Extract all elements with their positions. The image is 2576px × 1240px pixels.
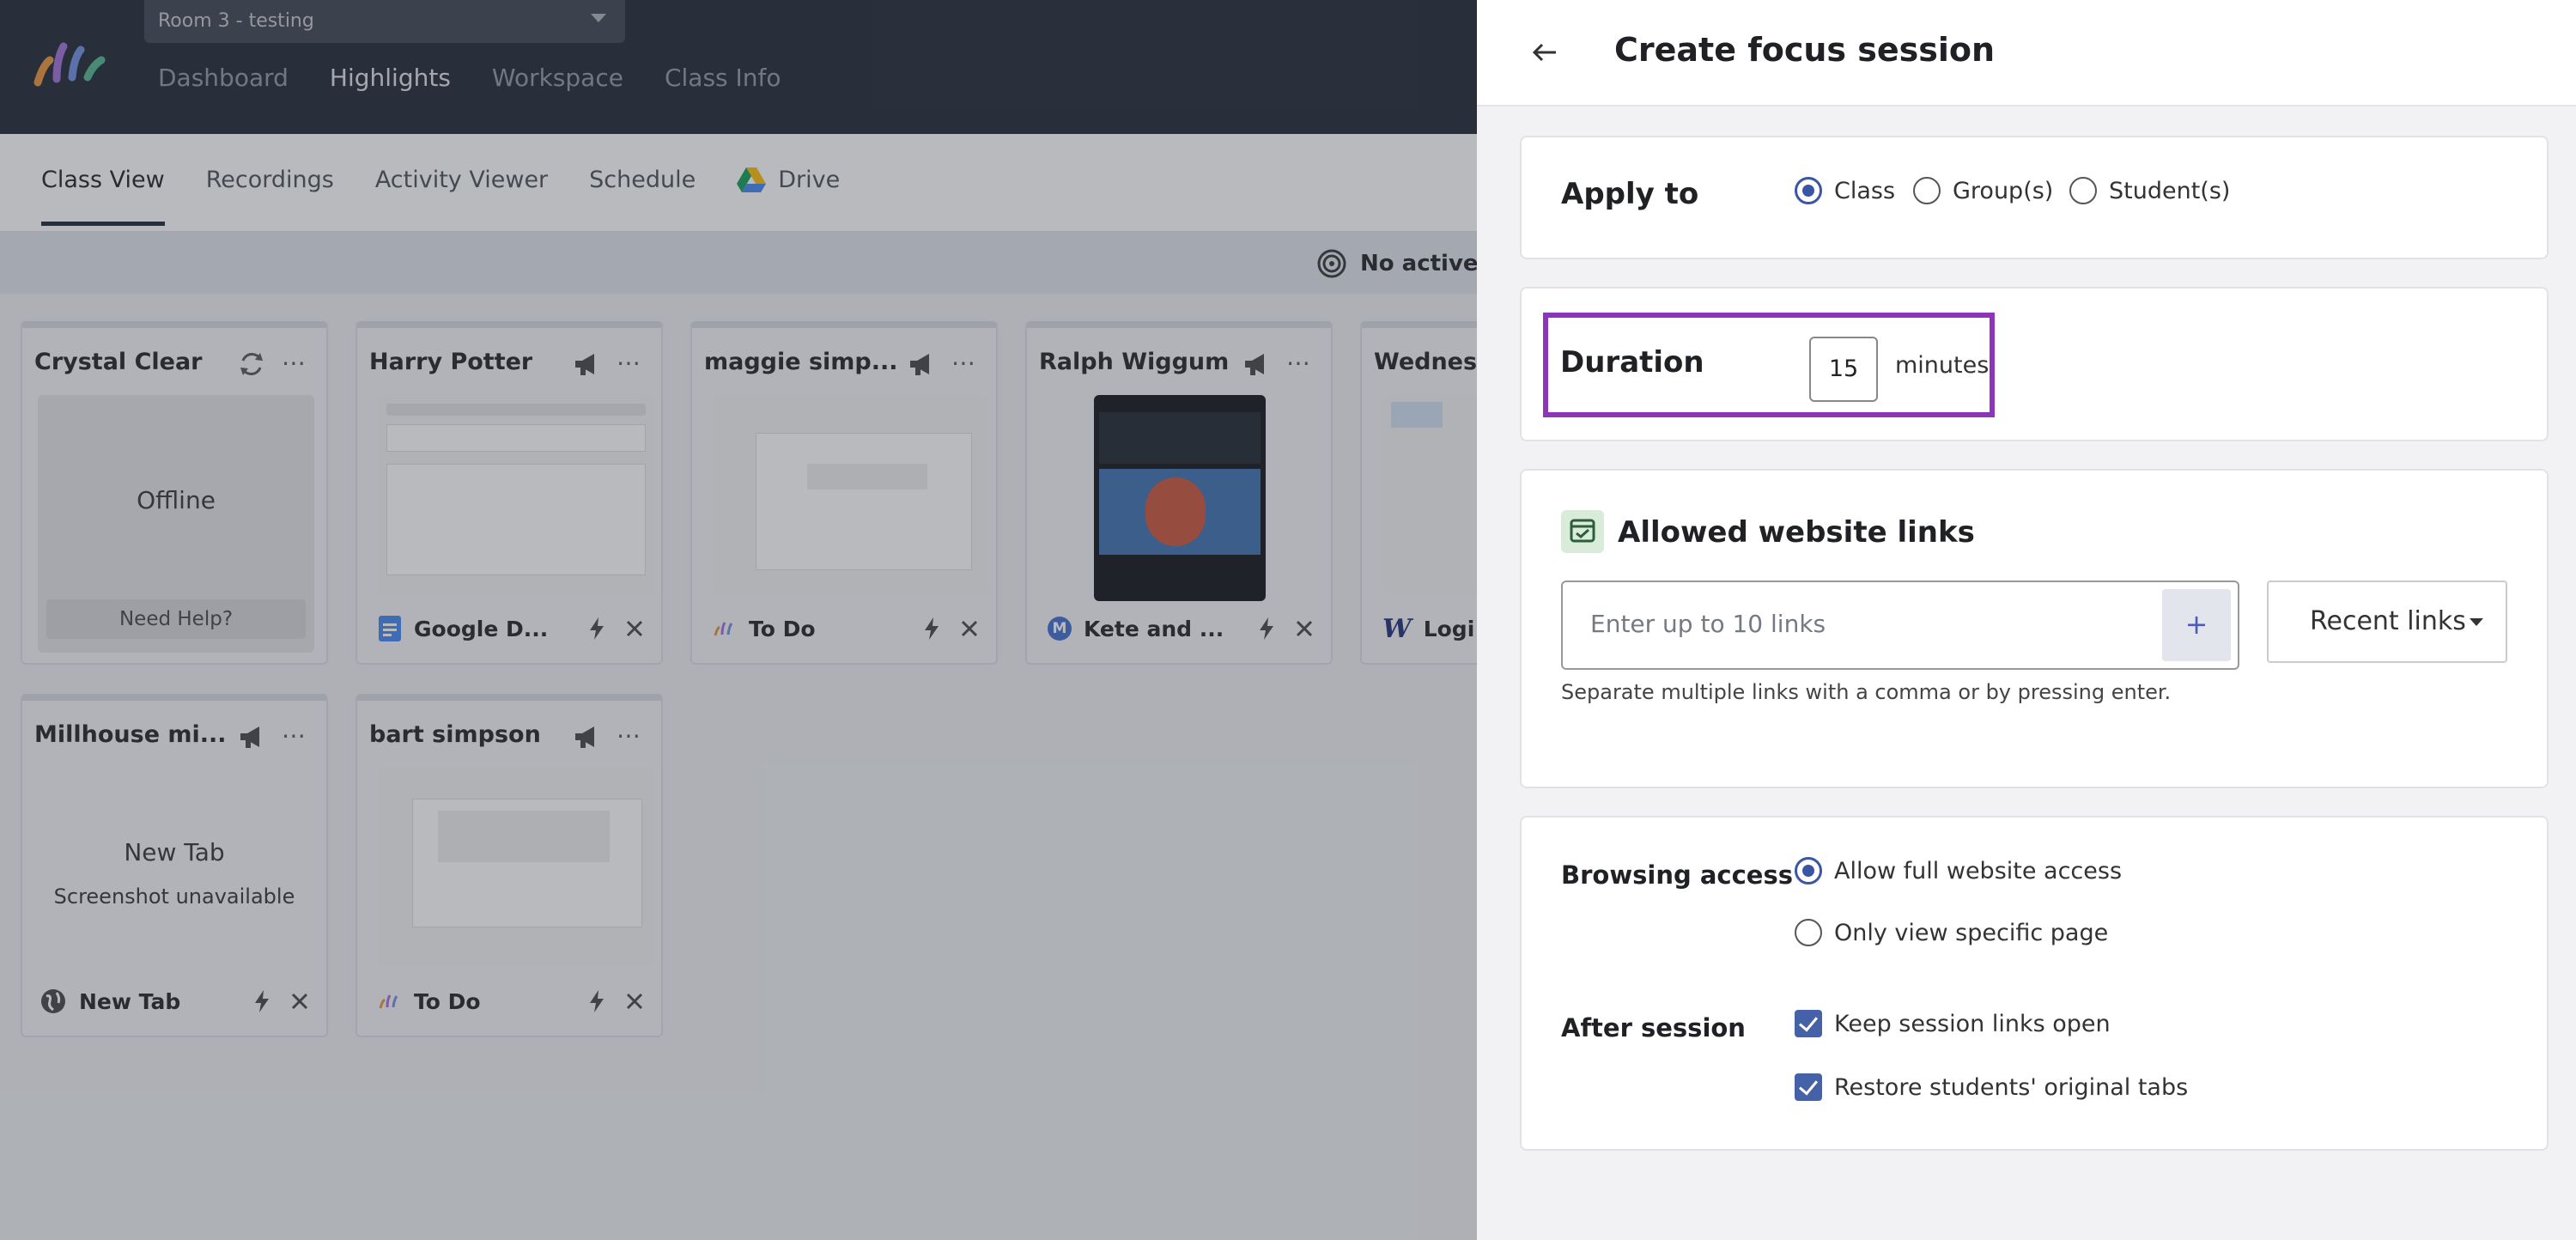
- allowed-links-label: Allowed website links: [1618, 515, 1975, 550]
- restore-tabs-label: Restore students' original tabs: [1834, 1073, 2189, 1101]
- links-helper-text: Separate multiple links with a comma or …: [1561, 680, 2172, 704]
- session-options-section: Browsing access Allow full website acces…: [1520, 816, 2549, 1151]
- app-root: Room 3 - testing Dashboard Highlights Wo…: [0, 0, 2576, 1240]
- keep-links-option[interactable]: Keep session links open: [1795, 1010, 2111, 1037]
- restore-tabs-checkbox[interactable]: [1795, 1073, 1822, 1101]
- radio-groups-label: Group(s): [1953, 177, 2054, 204]
- radio-full-access-label: Allow full website access: [1834, 857, 2123, 884]
- apply-to-label: Apply to: [1561, 177, 1699, 211]
- modal-overlay[interactable]: [0, 0, 1477, 1240]
- radio-class-label: Class: [1834, 177, 1896, 204]
- radio-groups[interactable]: [1913, 177, 1941, 204]
- duration-input[interactable]: 15: [1809, 337, 1878, 402]
- links-input[interactable]: Enter up to 10 links +: [1561, 580, 2239, 670]
- duration-highlight: Duration 15 minutes: [1543, 313, 1995, 417]
- duration-label: Duration: [1560, 345, 1704, 380]
- restore-tabs-option[interactable]: Restore students' original tabs: [1795, 1073, 2188, 1101]
- chevron-down-icon: [2470, 618, 2483, 626]
- apply-to-class-option[interactable]: Class: [1795, 177, 1895, 204]
- browsing-full-option[interactable]: Allow full website access: [1795, 857, 2122, 884]
- recent-links-dropdown[interactable]: Recent links: [2267, 580, 2507, 663]
- duration-unit: minutes: [1895, 352, 1990, 379]
- allowed-links-section: Allowed website links Enter up to 10 lin…: [1520, 469, 2549, 788]
- panel-title: Create focus session: [1614, 31, 1996, 69]
- recent-links-label: Recent links: [2310, 606, 2466, 636]
- radio-students[interactable]: [2069, 177, 2097, 204]
- add-link-button[interactable]: +: [2162, 589, 2231, 661]
- radio-full-access[interactable]: [1795, 857, 1822, 884]
- keep-links-label: Keep session links open: [1834, 1010, 2111, 1037]
- browsing-access-label: Browsing access: [1561, 860, 1793, 890]
- radio-specific-page[interactable]: [1795, 919, 1822, 946]
- radio-class[interactable]: [1795, 177, 1822, 204]
- calendar-check-icon: [1561, 510, 1604, 553]
- apply-to-groups-option[interactable]: Group(s): [1913, 177, 2053, 204]
- links-input-placeholder: Enter up to 10 links: [1590, 610, 1826, 638]
- radio-specific-page-label: Only view specific page: [1834, 919, 2109, 946]
- browsing-specific-option[interactable]: Only view specific page: [1795, 919, 2108, 946]
- apply-to-section: Apply to Class Group(s) Student(s): [1520, 136, 2549, 259]
- back-arrow-icon[interactable]: [1525, 33, 1566, 72]
- panel-header: Create focus session: [1477, 0, 2576, 106]
- radio-students-label: Student(s): [2109, 177, 2231, 204]
- after-session-label: After session: [1561, 1013, 1746, 1042]
- apply-to-students-option[interactable]: Student(s): [2069, 177, 2230, 204]
- keep-links-checkbox[interactable]: [1795, 1010, 1822, 1037]
- focus-session-panel: Create focus session Apply to Class Grou…: [1477, 0, 2576, 1240]
